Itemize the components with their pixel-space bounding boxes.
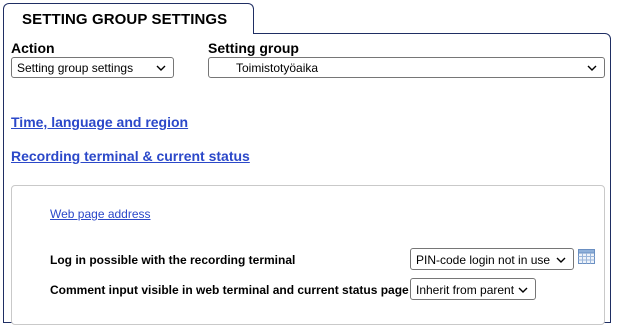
chevron-down-icon	[587, 65, 597, 71]
chevron-down-icon	[156, 65, 166, 71]
chevron-down-icon	[556, 257, 566, 263]
setting-group-label: Setting group	[208, 40, 299, 56]
tab-setting-group-settings[interactable]: SETTING GROUP SETTINGS	[3, 3, 254, 34]
login-possible-select[interactable]: PIN-code login not in use	[410, 248, 574, 270]
recording-terminal-link[interactable]: Recording terminal & current status	[11, 148, 250, 164]
login-possible-value: PIN-code login not in use	[416, 253, 551, 267]
action-select-value: Setting group settings	[17, 61, 134, 75]
tab-title: SETTING GROUP SETTINGS	[22, 11, 228, 28]
comment-input-label: Comment input visible in web terminal an…	[50, 283, 409, 297]
calendar-icon[interactable]	[578, 249, 595, 264]
comment-input-select[interactable]: Inherit from parent	[410, 278, 536, 300]
action-select[interactable]: Setting group settings	[11, 57, 174, 78]
comment-input-value: Inherit from parent	[416, 283, 515, 297]
chevron-down-icon	[518, 287, 528, 293]
setting-group-select[interactable]: Toimistotyöaika	[208, 57, 605, 78]
login-possible-label: Log in possible with the recording termi…	[50, 253, 296, 267]
action-label: Action	[11, 40, 55, 56]
web-page-address-link[interactable]: Web page address	[50, 207, 151, 221]
setting-group-select-value: Toimistotyöaika	[236, 61, 319, 75]
time-language-region-link[interactable]: Time, language and region	[11, 114, 188, 130]
